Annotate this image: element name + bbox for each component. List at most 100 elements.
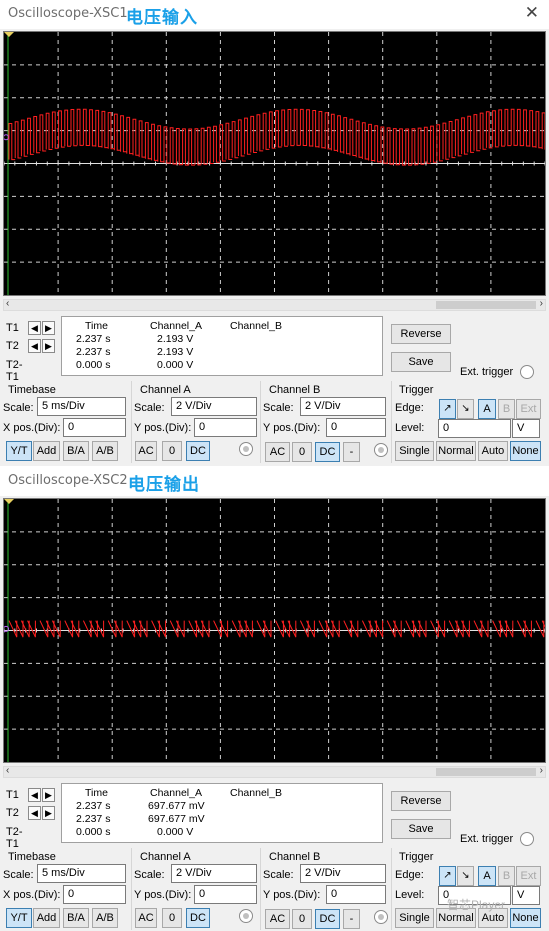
- scroll-left-icon[interactable]: ‹: [6, 765, 9, 776]
- x-position-field[interactable]: 0: [63, 418, 126, 437]
- arrow-right-icon[interactable]: ▶: [42, 788, 55, 802]
- arrow-left-icon[interactable]: ◀: [28, 321, 41, 335]
- add-mode-button[interactable]: Add: [33, 908, 60, 928]
- channel-b-zero-button[interactable]: 0: [292, 442, 312, 462]
- title-bar[interactable]: Oscilloscope-XSC2 电压输出: [0, 467, 549, 496]
- close-icon[interactable]: ✕: [525, 3, 539, 23]
- channel-a-radio[interactable]: [239, 442, 253, 456]
- trigger-source-ext-button[interactable]: Ext: [516, 866, 541, 886]
- channel-b-radio[interactable]: [374, 443, 388, 457]
- channel-a-ac-button[interactable]: AC: [135, 908, 157, 928]
- channel-b-ypos-label: Y pos.(Div):: [263, 889, 321, 901]
- scroll-thumb[interactable]: [436, 768, 536, 776]
- measurement-readout: Time Channel_A Channel_B 2.237 s 697.677…: [61, 783, 383, 843]
- ext-trigger-radio[interactable]: [520, 365, 534, 379]
- channel-a-dc-button[interactable]: DC: [186, 908, 210, 928]
- trigger-source-a-button[interactable]: A: [478, 866, 496, 886]
- arrow-right-icon[interactable]: ▶: [42, 806, 55, 820]
- add-mode-button[interactable]: Add: [33, 441, 60, 461]
- trigger-level-unit-field[interactable]: V: [512, 419, 540, 438]
- trigger-source-b-button[interactable]: B: [498, 866, 515, 886]
- trigger-source-a-button[interactable]: A: [478, 399, 496, 419]
- trigger-auto-button[interactable]: Auto: [478, 441, 508, 461]
- trigger-group: Trigger Edge: ↗ ↘ A B Ext Level: 0 V Sin…: [392, 381, 549, 463]
- channel-b-invert-button[interactable]: -: [343, 442, 360, 462]
- trigger-level-unit-field[interactable]: V: [512, 886, 540, 905]
- channel-b-scale-field[interactable]: 2 V/Div: [300, 397, 386, 416]
- ext-trigger-radio[interactable]: [520, 832, 534, 846]
- yt-mode-button[interactable]: Y/T: [6, 908, 32, 928]
- title-bar[interactable]: Oscilloscope-XSC1 电压输入 ✕: [0, 0, 549, 29]
- channel-a-ypos-label: Y pos.(Div):: [134, 422, 192, 434]
- cursor-diff-label: T2-T1: [6, 359, 23, 383]
- readout-t1-time: 2.237 s: [76, 800, 111, 812]
- channel-b-ac-button[interactable]: AC: [265, 442, 290, 462]
- trigger-single-button[interactable]: Single: [395, 908, 434, 928]
- channel-b-ypos-field[interactable]: 0: [326, 885, 386, 904]
- arrow-left-icon[interactable]: ◀: [28, 339, 41, 353]
- channel-a-ypos-label: Y pos.(Div):: [134, 889, 192, 901]
- scroll-left-icon[interactable]: ‹: [6, 298, 9, 309]
- trigger-none-button[interactable]: None: [510, 908, 541, 928]
- ab-mode-button[interactable]: A/B: [92, 441, 118, 461]
- trigger-source-b-button[interactable]: B: [498, 399, 515, 419]
- ba-mode-button[interactable]: B/A: [63, 908, 89, 928]
- channel-b-zero-button[interactable]: 0: [292, 909, 312, 929]
- channel-a-radio[interactable]: [239, 909, 253, 923]
- rising-edge-icon[interactable]: ↗: [439, 399, 456, 419]
- trigger-title: Trigger: [399, 384, 434, 396]
- channel-a-scale-field[interactable]: 2 V/Div: [171, 864, 257, 883]
- yt-mode-button[interactable]: Y/T: [6, 441, 32, 461]
- channel-b-radio[interactable]: [374, 910, 388, 924]
- readout-header-time: Time: [85, 320, 108, 332]
- scroll-thumb[interactable]: [436, 301, 536, 309]
- timebase-scale-field[interactable]: 5 ms/Div: [37, 864, 126, 883]
- arrow-left-icon[interactable]: ◀: [28, 806, 41, 820]
- rising-edge-icon[interactable]: ↗: [439, 866, 456, 886]
- save-button[interactable]: Save: [391, 352, 451, 372]
- channel-b-ac-button[interactable]: AC: [265, 909, 290, 929]
- trigger-level-label: Level:: [395, 889, 425, 901]
- arrow-right-icon[interactable]: ▶: [42, 321, 55, 335]
- channel-a-zero-button[interactable]: 0: [162, 908, 182, 928]
- trigger-normal-button[interactable]: Normal: [436, 441, 476, 461]
- channel-b-ypos-field[interactable]: 0: [326, 418, 386, 437]
- channel-a-zero-button[interactable]: 0: [162, 441, 182, 461]
- falling-edge-icon[interactable]: ↘: [457, 866, 474, 886]
- channel-a-ypos-field[interactable]: 0: [194, 885, 257, 904]
- readout-diff-time: 0.000 s: [76, 826, 111, 838]
- ab-mode-button[interactable]: A/B: [92, 908, 118, 928]
- channel-a-ac-button[interactable]: AC: [135, 441, 157, 461]
- channel-a-dc-button[interactable]: DC: [186, 441, 210, 461]
- time-scrollbar[interactable]: ‹ ›: [3, 765, 546, 778]
- trigger-source-ext-button[interactable]: Ext: [516, 399, 541, 419]
- channel-b-title: Channel B: [269, 384, 321, 396]
- trigger-single-button[interactable]: Single: [395, 441, 434, 461]
- readout-header-channel-b: Channel_B: [230, 320, 282, 332]
- readout-header-time: Time: [85, 787, 108, 799]
- scroll-right-icon[interactable]: ›: [540, 765, 543, 776]
- channel-b-scale-field[interactable]: 2 V/Div: [300, 864, 386, 883]
- scroll-right-icon[interactable]: ›: [540, 298, 543, 309]
- channel-b-dc-button[interactable]: DC: [315, 442, 340, 462]
- trigger-level-label: Level:: [395, 422, 425, 434]
- falling-edge-icon[interactable]: ↘: [457, 399, 474, 419]
- trigger-none-button[interactable]: None: [510, 441, 541, 461]
- channel-a-ypos-field[interactable]: 0: [194, 418, 257, 437]
- channel-b-invert-button[interactable]: -: [343, 909, 360, 929]
- channel-b-dc-button[interactable]: DC: [315, 909, 340, 929]
- reverse-button[interactable]: Reverse: [391, 324, 451, 344]
- ba-mode-button[interactable]: B/A: [63, 441, 89, 461]
- time-scrollbar[interactable]: ‹ ›: [3, 298, 546, 311]
- trigger-level-field[interactable]: 0: [438, 419, 511, 438]
- channel-a-scale-field[interactable]: 2 V/Div: [171, 397, 257, 416]
- measurement-readout: Time Channel_A Channel_B 2.237 s 2.193 V…: [61, 316, 383, 376]
- timebase-scale-field[interactable]: 5 ms/Div: [37, 397, 126, 416]
- reverse-button[interactable]: Reverse: [391, 791, 451, 811]
- arrow-right-icon[interactable]: ▶: [42, 339, 55, 353]
- waveform-plot: [4, 499, 545, 762]
- arrow-left-icon[interactable]: ◀: [28, 788, 41, 802]
- x-position-label: X pos.(Div):: [3, 422, 61, 434]
- save-button[interactable]: Save: [391, 819, 451, 839]
- x-position-field[interactable]: 0: [63, 885, 126, 904]
